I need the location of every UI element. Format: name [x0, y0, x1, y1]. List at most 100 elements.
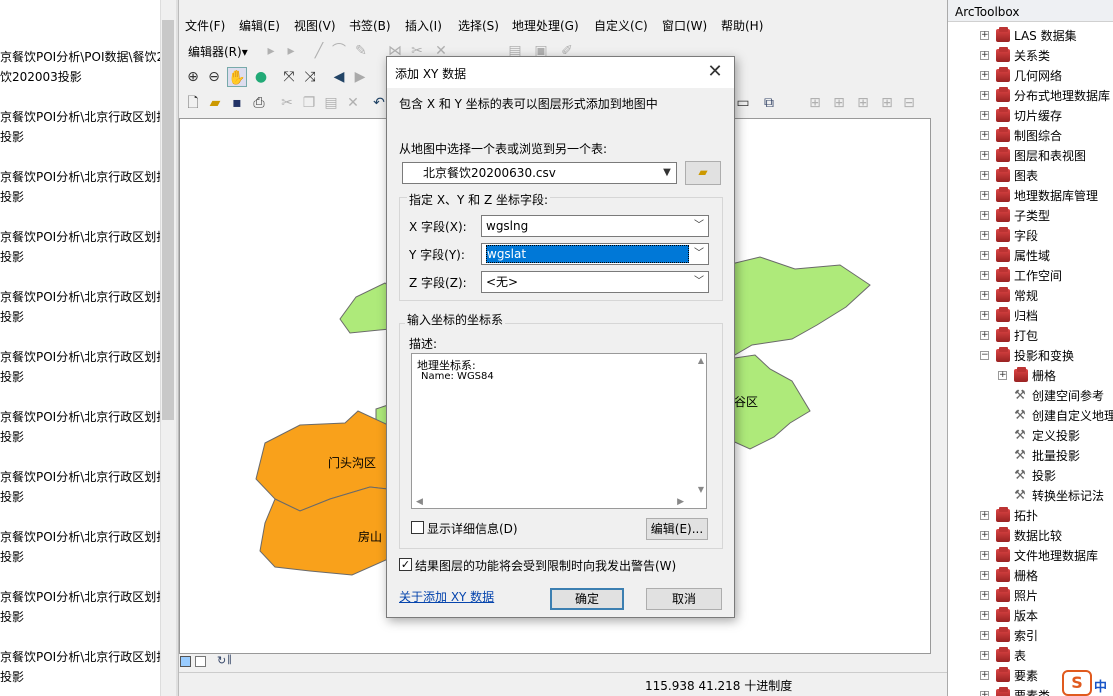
expand-icon[interactable]: +	[980, 691, 989, 696]
catalog-list-item[interactable]: 京餐饮POI分析\北京行政区划担 投影	[0, 407, 160, 447]
toolbox-toolset[interactable]: + 关系类	[948, 46, 1113, 66]
chevron-down-icon[interactable]: ﹀	[690, 272, 708, 292]
toolbox-toolset[interactable]: + 常规	[948, 286, 1113, 306]
trace-icon[interactable]: ✎	[351, 41, 371, 61]
expand-icon[interactable]: +	[980, 131, 989, 140]
catalog-list-item[interactable]: 京餐饮POI分析\北京行政区划担 投影	[0, 227, 160, 267]
catalog-list-item[interactable]: 京餐饮POI分析\北京行政区划担 投影	[0, 587, 160, 627]
fixed-zoom-in-icon[interactable]: ⤧	[279, 67, 299, 87]
menu-item[interactable]: 插入(I)	[405, 17, 442, 34]
expand-icon[interactable]: +	[980, 291, 989, 300]
catalog-list-item[interactable]: 京餐饮POI分析\北京行政区划担 投影	[0, 347, 160, 387]
toolbox-toolset[interactable]: + 索引	[948, 626, 1113, 646]
toolbox-toolset[interactable]: + 地理数据库管理	[948, 186, 1113, 206]
crs-description-box[interactable]: 地理坐标系: Name: WGS84 ▲ ▼ ◀ ▶	[411, 353, 707, 509]
catalog-list-item[interactable]: 京餐饮POI分析\北京行政区划担 投影	[0, 527, 160, 567]
georef-tool-1-icon[interactable]: ⊞	[805, 93, 825, 113]
browse-folder-button[interactable]: ▰	[685, 161, 721, 185]
menu-item[interactable]: 书签(B)	[349, 17, 391, 34]
expand-icon[interactable]: +	[980, 611, 989, 620]
zoom-in-icon[interactable]: ⊕	[183, 67, 203, 87]
y-field-dropdown[interactable]: wgslat ﹀	[481, 243, 709, 265]
paste-icon[interactable]: ▤	[321, 93, 341, 113]
close-icon[interactable]: ✕	[704, 61, 726, 83]
toolbox-toolset[interactable]: + 切片缓存	[948, 106, 1113, 126]
expand-icon[interactable]: +	[980, 191, 989, 200]
expand-icon[interactable]: +	[980, 511, 989, 520]
x-field-dropdown[interactable]: wgslng ﹀	[481, 215, 709, 237]
toolbox-tool[interactable]: ⚒ 定义投影	[948, 426, 1113, 446]
toolbox-toolset[interactable]: + 图表	[948, 166, 1113, 186]
toolbox-toolset[interactable]: + 打包	[948, 326, 1113, 346]
pause-icon[interactable]: ‖	[227, 654, 232, 665]
toolbox-toolset[interactable]: − 投影和变换	[948, 346, 1113, 366]
straight-segment-icon[interactable]: ╱	[309, 41, 329, 61]
back-extent-icon[interactable]: ◀	[329, 67, 349, 87]
scroll-left-icon[interactable]: ◀	[416, 497, 423, 507]
fixed-zoom-out-icon[interactable]: ⤨	[300, 67, 320, 87]
z-field-dropdown[interactable]: <无> ﹀	[481, 271, 709, 293]
toolbox-toolset[interactable]: + 拓扑	[948, 506, 1113, 526]
expand-icon[interactable]: +	[980, 211, 989, 220]
menu-item[interactable]: 文件(F)	[185, 17, 225, 34]
chevron-down-icon[interactable]: ▼	[658, 163, 676, 183]
expand-icon[interactable]: +	[980, 91, 989, 100]
toolbox-toolset[interactable]: + 栅格	[948, 366, 1113, 386]
toolbox-tool[interactable]: ⚒ 创建自定义地理	[948, 406, 1113, 426]
data-view-icon[interactable]	[180, 656, 191, 667]
cancel-button[interactable]: 取消	[646, 588, 722, 610]
about-add-xy-link[interactable]: 关于添加 XY 数据	[399, 588, 494, 605]
georef-tool-3-icon[interactable]: ⊞	[853, 93, 873, 113]
ime-mode-indicator[interactable]: 中	[1094, 676, 1107, 695]
toolbox-toolset[interactable]: + 图层和表视图	[948, 146, 1113, 166]
georef-tool-4-icon[interactable]: ⊞	[877, 93, 897, 113]
ok-button[interactable]: 确定	[550, 588, 624, 610]
menu-item[interactable]: 帮助(H)	[721, 17, 763, 34]
forward-extent-icon[interactable]: ▶	[350, 67, 370, 87]
expand-icon[interactable]: +	[980, 51, 989, 60]
menu-item[interactable]: 选择(S)	[458, 17, 499, 34]
collapse-icon[interactable]: −	[980, 351, 989, 360]
toolbox-toolset[interactable]: + 分布式地理数据库	[948, 86, 1113, 106]
delete-icon[interactable]: ✕	[343, 93, 363, 113]
zoom-out-icon[interactable]: ⊖	[204, 67, 224, 87]
menu-item[interactable]: 自定义(C)	[594, 17, 648, 34]
toolbox-tool[interactable]: ⚒ 批量投影	[948, 446, 1113, 466]
catalog-list-item[interactable]: 京餐饮POI分析\北京行政区划担 投影	[0, 167, 160, 207]
toolbox-toolset[interactable]: + 表	[948, 646, 1113, 666]
toolbox-tool[interactable]: ⚒ 转换坐标记法	[948, 486, 1113, 506]
toolbox-toolset[interactable]: + 文件地理数据库	[948, 546, 1113, 566]
georef-tool-2-icon[interactable]: ⊞	[829, 93, 849, 113]
map-vertical-scrollbar[interactable]	[931, 118, 947, 654]
editor-dropdown[interactable]: 编辑器(R)▾	[188, 43, 248, 60]
toolbox-toolset[interactable]: + 属性域	[948, 246, 1113, 266]
menu-item[interactable]: 地理处理(G)	[512, 17, 579, 34]
scroll-down-icon[interactable]: ▼	[698, 485, 704, 494]
expand-icon[interactable]: +	[980, 311, 989, 320]
expand-icon[interactable]: +	[980, 71, 989, 80]
print-icon[interactable]: ⎙	[249, 93, 269, 113]
copy-icon[interactable]: ❐	[299, 93, 319, 113]
expand-icon[interactable]: +	[980, 651, 989, 660]
toolbox-toolset[interactable]: + 版本	[948, 606, 1113, 626]
expand-icon[interactable]: +	[980, 531, 989, 540]
catalog-list-item[interactable]: 京餐饮POI分析\POI数据\餐饮2 饮202003投影	[0, 47, 160, 87]
save-icon[interactable]: ▪	[227, 93, 247, 113]
catalog-list-item[interactable]: 京餐饮POI分析\北京行政区划担 投影	[0, 647, 160, 687]
warn-checkbox[interactable]: ✓	[399, 558, 412, 571]
scroll-right-icon[interactable]: ▶	[677, 497, 684, 507]
expand-icon[interactable]: +	[980, 111, 989, 120]
expand-icon[interactable]: +	[980, 591, 989, 600]
expand-icon[interactable]: +	[980, 331, 989, 340]
full-extent-icon[interactable]: ●	[251, 67, 271, 87]
scroll-up-icon[interactable]: ▲	[698, 356, 704, 365]
toolbox-toolset[interactable]: + 子类型	[948, 206, 1113, 226]
toolbox-toolset[interactable]: + 制图综合	[948, 126, 1113, 146]
table-dropdown[interactable]: 北京餐饮20200630.csv ▼	[402, 162, 677, 184]
menu-item[interactable]: 视图(V)	[294, 17, 336, 34]
toolbox-toolset[interactable]: + 字段	[948, 226, 1113, 246]
show-details-checkbox[interactable]	[411, 521, 424, 534]
expand-icon[interactable]: +	[980, 671, 989, 680]
layout-view-icon[interactable]: ▭	[733, 93, 753, 113]
edit-tool-icon[interactable]: ▸	[261, 41, 281, 61]
